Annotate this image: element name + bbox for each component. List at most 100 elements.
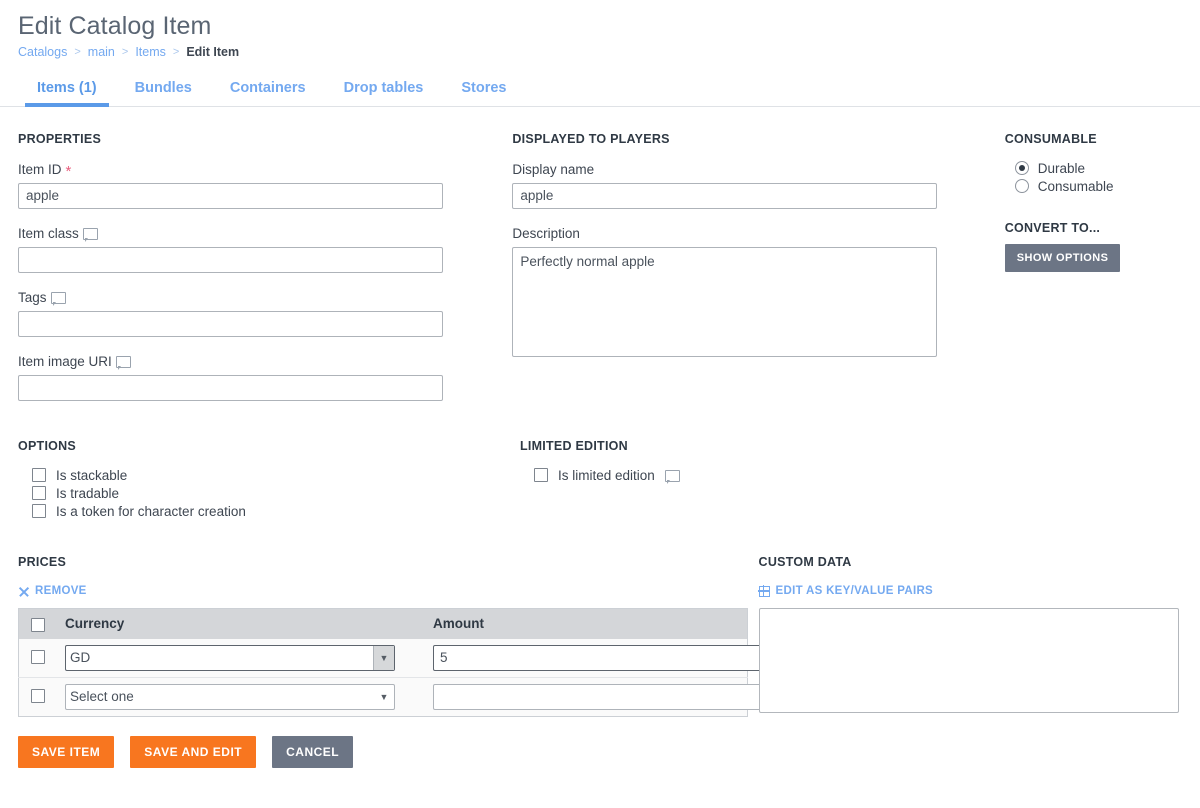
amount-input-row-1[interactable] (433, 644, 767, 671)
label-text: Item class (18, 225, 79, 241)
radio-consumable-indicator[interactable] (1014, 179, 1029, 194)
form-actions: SAVE ITEM SAVE AND EDIT CANCEL (0, 718, 1200, 769)
required-asterisk-icon: * (65, 163, 72, 181)
field-item-id: Item ID * (18, 161, 512, 209)
select-all-checkbox[interactable] (31, 617, 45, 632)
properties-section: PROPERTIES Item ID * Item class Tags (18, 132, 512, 417)
options-section: OPTIONS Is stackable Is tradable Is a to… (18, 439, 520, 522)
tab-bundles[interactable]: Bundles (116, 73, 211, 106)
properties-section-title: PROPERTIES (18, 131, 102, 146)
checkbox-is-limited-edition-label: Is limited edition (558, 467, 655, 483)
checkbox-is-token-label: Is a token for character creation (56, 503, 246, 519)
currency-select-wrapper: Select one ▼ (65, 683, 395, 710)
row-checkbox[interactable] (31, 689, 45, 704)
checkbox-is-limited-edition[interactable]: Is limited edition (534, 467, 1020, 485)
row-checkbox[interactable] (31, 650, 45, 665)
consumable-section-title: CONSUMABLE (1004, 131, 1097, 146)
displayed-to-players-section: DISPLAYED TO PLAYERS Display name Descri… (512, 132, 1004, 417)
tab-containers[interactable]: Containers (211, 73, 325, 106)
prices-table: Currency Amount GD ▼ 5 Select one ▼ (18, 608, 767, 717)
prices-section: PRICES REMOVE Currency Amount GD ▼ 5 Sel… (18, 554, 767, 719)
checkbox-is-token-box[interactable] (32, 504, 46, 519)
displayed-to-players-section-title: DISPLAYED TO PLAYERS (512, 131, 670, 146)
tab-items[interactable]: Items (1) (18, 73, 116, 107)
breadcrumb-separator-icon: > (74, 45, 81, 58)
label-text: Item ID (18, 161, 62, 177)
cancel-button[interactable]: CANCEL (272, 736, 354, 769)
display-name-input[interactable] (512, 182, 938, 209)
checkbox-is-stackable-box[interactable] (32, 468, 46, 483)
form-row-options: OPTIONS Is stackable Is tradable Is a to… (18, 439, 1182, 522)
breadcrumb-separator-icon: > (121, 45, 129, 58)
tooltip-icon[interactable] (115, 356, 131, 371)
show-options-button[interactable]: SHOW OPTIONS (1004, 243, 1121, 272)
currency-select-row-2[interactable]: Select one (65, 683, 395, 710)
tags-input[interactable] (18, 310, 443, 337)
close-x-icon (18, 586, 29, 597)
amount-cell (425, 677, 767, 717)
breadcrumb-item-items[interactable]: Items (135, 45, 166, 59)
field-label-item-id: Item ID * (18, 161, 512, 181)
currency-select-row-1[interactable]: GD (65, 644, 395, 671)
custom-data-section-title: CUSTOM DATA (758, 554, 852, 569)
field-tags: Tags (18, 289, 512, 337)
item-id-input[interactable] (18, 182, 443, 209)
item-image-uri-input[interactable] (18, 374, 443, 401)
currency-select-wrapper: GD ▼ (65, 644, 395, 671)
tab-stores[interactable]: Stores (442, 73, 525, 106)
edit-key-value-pairs-label: EDIT AS KEY/VALUE PAIRS (775, 585, 934, 598)
breadcrumb: Catalogs > main > Items > Edit Item (18, 45, 1200, 59)
consumable-section: CONSUMABLE Durable Consumable CONVERT TO… (1004, 131, 1182, 417)
row-select-cell (18, 638, 57, 678)
limited-edition-section-title: LIMITED EDITION (520, 438, 628, 453)
radio-durable[interactable]: Durable (1005, 161, 1182, 176)
form-row-prices: PRICES REMOVE Currency Amount GD ▼ 5 Sel… (18, 555, 1182, 719)
checkbox-is-limited-edition-box[interactable] (534, 468, 548, 483)
breadcrumb-separator-icon: > (172, 45, 180, 58)
main-content: PROPERTIES Item ID * Item class Tags (0, 132, 1200, 719)
remove-price-link[interactable]: REMOVE (18, 585, 87, 597)
edit-key-value-pairs-link[interactable]: EDIT AS KEY/VALUE PAIRS (758, 585, 934, 598)
breadcrumb-item-main[interactable]: main (88, 45, 115, 59)
field-item-class: Item class (18, 225, 512, 273)
limited-edition-section: LIMITED EDITION Is limited edition (520, 439, 1020, 522)
field-label-item-image-uri: Item image URI (18, 353, 512, 371)
label-text: Item image URI (18, 353, 112, 369)
checkbox-is-tradable-box[interactable] (32, 486, 46, 501)
radio-durable-indicator[interactable] (1014, 161, 1029, 176)
tooltip-icon[interactable] (50, 292, 66, 307)
breadcrumb-item-catalogs[interactable]: Catalogs (18, 45, 67, 59)
grid-icon (758, 585, 770, 597)
radio-consumable[interactable]: Consumable (1005, 179, 1182, 194)
custom-data-textarea[interactable] (758, 608, 1179, 714)
checkbox-is-stackable[interactable]: Is stackable (32, 468, 520, 483)
amount-input-row-2[interactable] (433, 683, 767, 710)
page-header: Edit Catalog Item Catalogs > main > Item… (0, 0, 1200, 59)
column-header-amount: Amount (425, 608, 748, 639)
tooltip-icon[interactable] (82, 228, 98, 243)
form-row-primary: PROPERTIES Item ID * Item class Tags (18, 132, 1182, 417)
amount-cell (425, 638, 767, 678)
field-label-description: Description (512, 225, 1004, 242)
prices-section-title: PRICES (18, 554, 67, 569)
table-row: GD ▼ (18, 638, 767, 678)
item-class-input[interactable] (18, 246, 443, 273)
select-all-header (18, 608, 57, 639)
field-label-item-class: Item class (18, 225, 512, 243)
checkbox-is-token-for-character-creation[interactable]: Is a token for character creation (32, 504, 520, 519)
options-section-title: OPTIONS (18, 438, 77, 453)
tooltip-icon[interactable] (664, 470, 680, 485)
checkbox-is-tradable-label: Is tradable (56, 485, 120, 501)
field-display-name: Display name (512, 161, 1004, 209)
save-item-button[interactable]: SAVE ITEM (18, 736, 115, 769)
column-header-currency: Currency (57, 608, 425, 639)
save-and-edit-button[interactable]: SAVE AND EDIT (130, 736, 257, 769)
field-label-tags: Tags (18, 289, 512, 307)
custom-data-section: CUSTOM DATA EDIT AS KEY/VALUE PAIRS (758, 554, 1182, 719)
tab-drop-tables[interactable]: Drop tables (325, 73, 443, 106)
row-select-cell (18, 677, 57, 717)
checkbox-is-tradable[interactable]: Is tradable (32, 486, 520, 501)
radio-durable-label: Durable (1037, 160, 1086, 176)
field-label-display-name: Display name (512, 161, 1004, 178)
description-textarea[interactable]: Perfectly normal apple (512, 246, 938, 357)
